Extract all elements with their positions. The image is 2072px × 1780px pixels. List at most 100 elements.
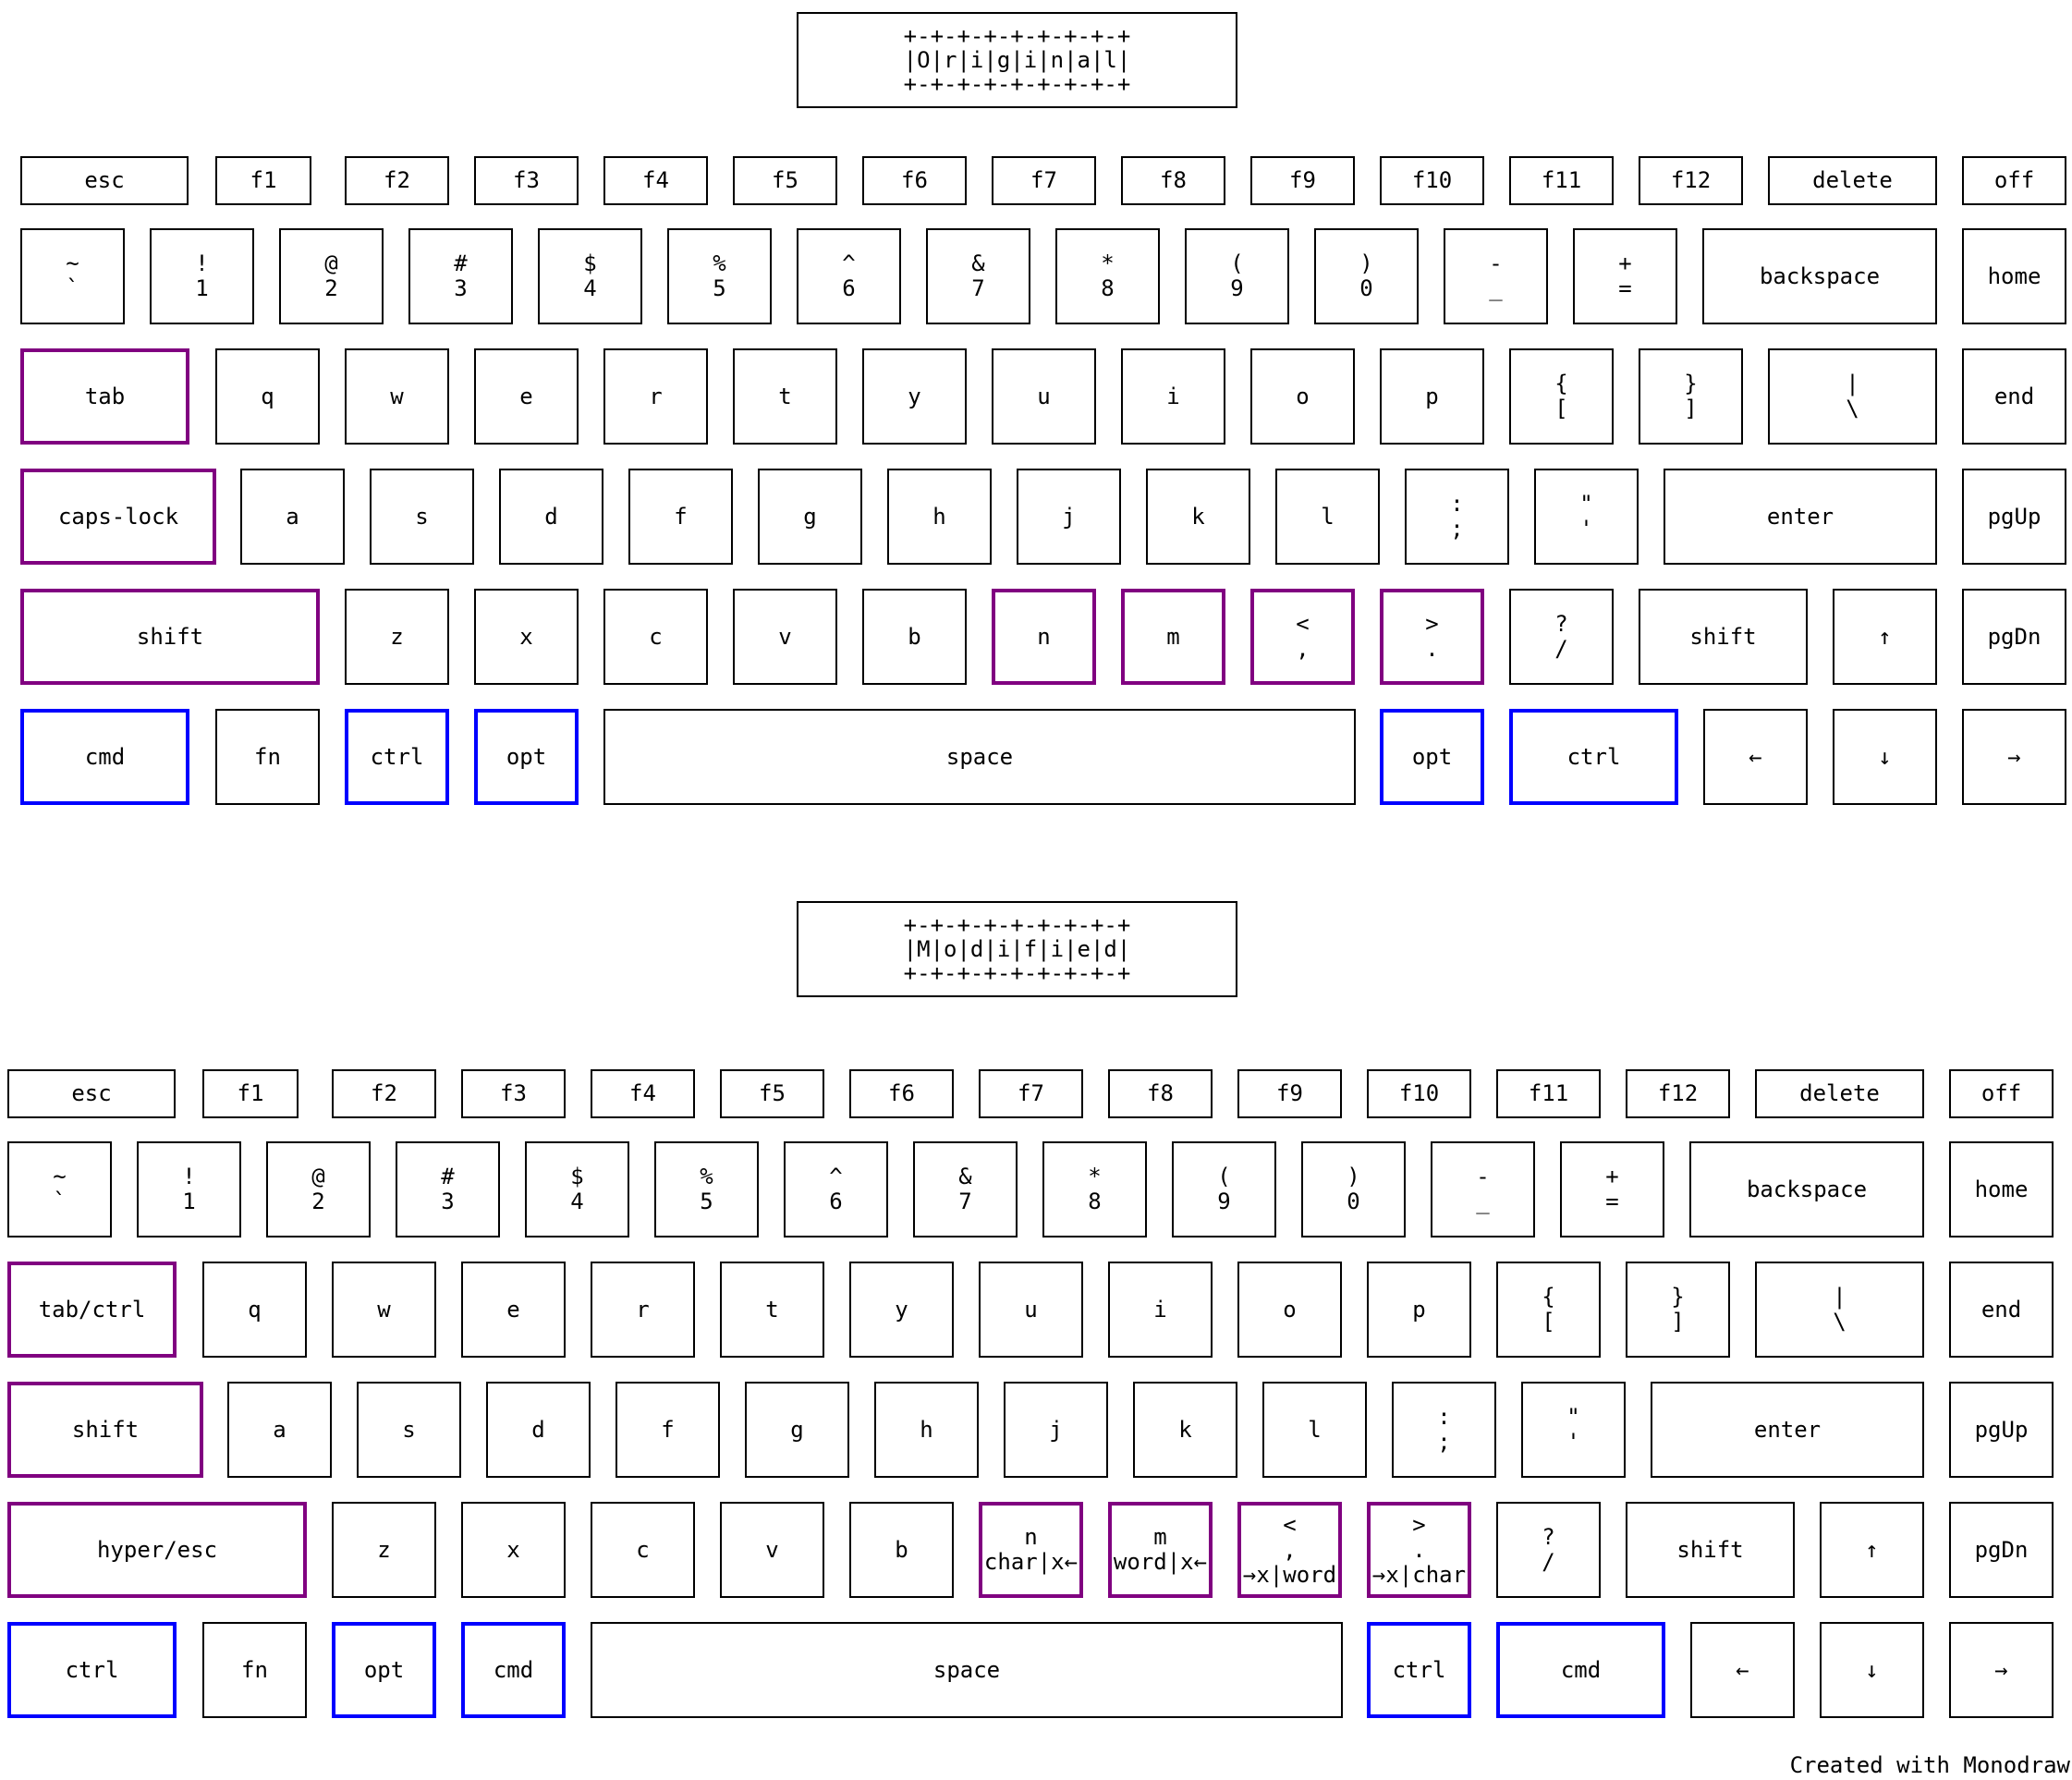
key-label: delete	[1799, 1080, 1880, 1106]
key-6: ^ 6	[784, 1141, 888, 1237]
key-label: i	[1153, 1296, 1167, 1323]
key-label: |	[1846, 371, 1859, 396]
key-label: `	[53, 1189, 67, 1214]
key-label: .	[1425, 636, 1439, 662]
key-f5: f5	[733, 156, 837, 205]
key-label: tab	[84, 383, 126, 409]
key-label: opt	[506, 743, 547, 770]
key-rbracket: }]	[1639, 348, 1743, 445]
key-label: `	[66, 275, 79, 301]
key-enter: enter	[1664, 469, 1937, 565]
key-cmd: cmd	[461, 1622, 566, 1718]
key-label: t	[778, 383, 792, 409]
key-m: m	[1121, 589, 1225, 685]
key-home: home	[1962, 228, 2066, 324]
key-label: backspace	[1759, 262, 1881, 289]
key-label: \	[1833, 1309, 1847, 1335]
key-label: %	[700, 1164, 713, 1189]
key-label: space	[932, 1656, 1001, 1683]
key-end: end	[1949, 1262, 2054, 1358]
footer-credit: Created with Monodraw	[1789, 1752, 2070, 1778]
key-slash: ? /	[1509, 589, 1614, 685]
key-label: }	[1684, 371, 1698, 396]
key-tab-ctrl: tab/ctrl	[7, 1262, 177, 1358]
key-label: 9	[1217, 1189, 1231, 1214]
key-r: r	[603, 348, 708, 445]
key-home: home	[1949, 1141, 2054, 1237]
key-label: f11	[1528, 1080, 1569, 1106]
key-ctrl: ctrl	[345, 709, 449, 805]
key-label: f7	[1030, 167, 1057, 193]
key-label: 8	[1088, 1189, 1102, 1214]
key-label: cmd	[84, 743, 126, 770]
key-label: .	[1412, 1536, 1426, 1563]
key-label: \	[1846, 396, 1859, 421]
key-label: n	[1037, 623, 1051, 650]
key-off: off	[1949, 1069, 2054, 1118]
key-label: _	[1489, 275, 1503, 301]
key-label: f1	[237, 1080, 264, 1106]
key-label: l	[1308, 1416, 1322, 1443]
key-label: (	[1217, 1164, 1231, 1189]
key-f12: f12	[1626, 1069, 1730, 1118]
key-lbracket: {[	[1496, 1262, 1601, 1358]
key-x-char: >. →x|char	[1367, 1502, 1471, 1598]
key-label: ;	[1437, 1429, 1451, 1455]
key-label: f10	[1398, 1080, 1440, 1106]
key-label: f5	[759, 1080, 786, 1106]
key-label: *	[1088, 1164, 1102, 1189]
key-label: →	[2007, 743, 2021, 770]
key-q: q	[202, 1262, 307, 1358]
key-f6: f6	[849, 1069, 954, 1118]
key-t: t	[720, 1262, 824, 1358]
key-semicolon: :;	[1405, 469, 1509, 565]
key-equals: + =	[1560, 1141, 1664, 1237]
key-label: 9	[1230, 275, 1244, 301]
key-label: esc	[71, 1080, 112, 1106]
key-esc: esc	[7, 1069, 176, 1118]
key-label: 1	[182, 1189, 196, 1214]
key-label: 6	[829, 1189, 843, 1214]
key-label: $	[583, 250, 597, 276]
key-f5: f5	[720, 1069, 824, 1118]
key-label: f3	[513, 167, 540, 193]
key-pgup: pgUp	[1949, 1382, 2054, 1478]
key-label: "	[1566, 1404, 1580, 1430]
key-f7: f7	[992, 156, 1096, 205]
key-pgdn: pgDn	[1949, 1502, 2054, 1598]
key-v: v	[733, 589, 837, 685]
key-z: z	[332, 1502, 436, 1598]
key-fn: fn	[202, 1622, 307, 1718]
key-label: shift	[1689, 623, 1757, 650]
key-f12: f12	[1639, 156, 1743, 205]
key-label: *	[1101, 250, 1115, 276]
key-label: e	[519, 383, 533, 409]
key-label: s	[402, 1416, 416, 1443]
key-label: !	[182, 1164, 196, 1189]
key-label: {	[1542, 1284, 1555, 1310]
key-label: 7	[958, 1189, 972, 1214]
key-label: 2	[311, 1189, 325, 1214]
key-x-word: <, →x|word	[1237, 1502, 1342, 1598]
key-label: 3	[454, 275, 468, 301]
key-label: "	[1579, 491, 1593, 517]
key-label: '	[1579, 516, 1593, 542]
key-end: end	[1962, 348, 2066, 445]
key-t: t	[733, 348, 837, 445]
key-label: 5	[700, 1189, 713, 1214]
key-f6: f6	[862, 156, 967, 205]
key-label: c	[649, 623, 663, 650]
key-f3: f3	[474, 156, 579, 205]
key-label: 5	[713, 275, 726, 301]
key-label: ]	[1684, 396, 1698, 421]
key-label: r	[636, 1296, 650, 1323]
key-label: e	[506, 1296, 520, 1323]
key-label: 7	[971, 275, 985, 301]
key-label: q	[261, 383, 274, 409]
key-left: ←	[1690, 1622, 1795, 1718]
key-label: pgDn	[1974, 1536, 2029, 1563]
key-s: s	[357, 1382, 461, 1478]
key-ctrl: ctrl	[7, 1622, 177, 1718]
key-semicolon: :;	[1392, 1382, 1496, 1478]
key-w: w	[345, 348, 449, 445]
